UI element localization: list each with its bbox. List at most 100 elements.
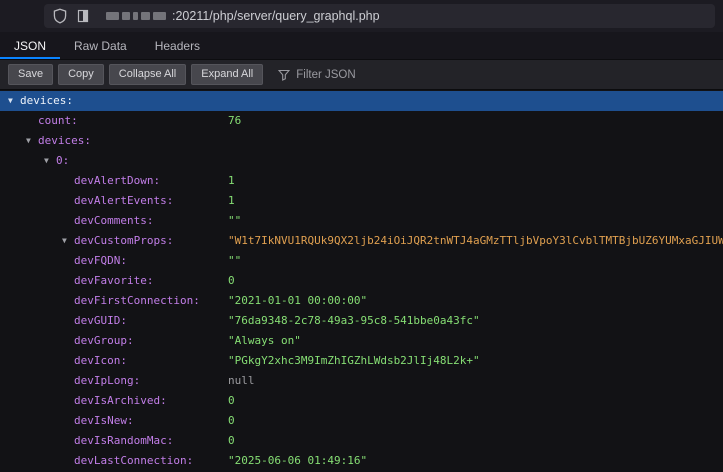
row-indent xyxy=(0,371,62,391)
json-row[interactable]: ▼ devIsNew 0 xyxy=(0,411,723,431)
json-value: "" xyxy=(228,251,723,271)
tab-json[interactable]: JSON xyxy=(0,32,60,59)
json-value: "76da9348-2c78-49a3-95c8-541bbe0a43fc" xyxy=(228,311,723,331)
json-row[interactable]: ▼ count 76 xyxy=(0,111,723,131)
viewer-toolbar: Save Copy Collapse All Expand All xyxy=(0,60,723,90)
json-value: 76 xyxy=(228,111,723,131)
json-key: devLastConnection xyxy=(74,451,193,471)
json-row[interactable]: ▼ devAlertEvents 1 xyxy=(0,191,723,211)
json-value: 0 xyxy=(228,431,723,451)
browser-chrome: :20211/php/server/query_graphql.php xyxy=(0,0,723,32)
json-key-cell: ▼ devAlertDown xyxy=(0,171,228,191)
json-key-cell: ▼ count xyxy=(0,111,228,131)
json-key: devIcon xyxy=(74,351,127,371)
json-value: "W1t7IkNVU1RQUk9QX2ljb24iOiJQR2tnWTJ4aGM… xyxy=(228,231,723,251)
json-row[interactable]: ▼ devices xyxy=(0,131,723,151)
twisty-icon[interactable]: ▼ xyxy=(62,231,74,251)
json-row[interactable]: ▼ devGroup "Always on" xyxy=(0,331,723,351)
save-button[interactable]: Save xyxy=(8,64,53,85)
browser-window: :20211/php/server/query_graphql.php JSON… xyxy=(0,0,723,472)
json-key: devCustomProps xyxy=(74,231,173,251)
tab-headers-label: Headers xyxy=(155,39,200,53)
row-indent xyxy=(0,451,62,471)
json-value: 1 xyxy=(228,171,723,191)
json-key-cell: ▼ devices xyxy=(0,131,228,151)
json-key: devIsRandomMac xyxy=(74,431,173,451)
json-key-cell: ▼ devGroup xyxy=(0,331,228,351)
json-key: devIsArchived xyxy=(74,391,167,411)
json-key: devFirstConnection xyxy=(74,291,200,311)
json-row[interactable]: ▼ devAlertDown 1 xyxy=(0,171,723,191)
redaction-block xyxy=(133,12,138,20)
json-key: devIpLong xyxy=(74,371,140,391)
row-indent xyxy=(0,431,62,451)
json-row[interactable]: ▼ 0 xyxy=(0,151,723,171)
viewer-tabs: JSON Raw Data Headers xyxy=(0,32,723,60)
row-indent xyxy=(0,311,62,331)
page-icon[interactable] xyxy=(76,9,90,23)
json-key-cell: ▼ devIcon xyxy=(0,351,228,371)
row-indent xyxy=(0,111,26,131)
twisty-icon[interactable]: ▼ xyxy=(26,131,38,151)
json-key-cell: ▼ devCustomProps xyxy=(0,231,228,251)
json-row[interactable]: ▼ devFQDN "" xyxy=(0,251,723,271)
row-indent xyxy=(0,91,8,111)
filter-box xyxy=(278,69,456,81)
tab-headers[interactable]: Headers xyxy=(141,32,214,59)
redaction-block xyxy=(141,12,150,20)
json-row[interactable]: ▼ devFavorite 0 xyxy=(0,271,723,291)
row-indent xyxy=(0,171,62,191)
json-row[interactable]: ▼ devIsArchived 0 xyxy=(0,391,723,411)
json-key-cell: ▼ devIsArchived xyxy=(0,391,228,411)
json-key-cell: ▼ devFirstConnection xyxy=(0,291,228,311)
row-indent xyxy=(0,191,62,211)
json-key-cell: ▼ devIpLong xyxy=(0,371,228,391)
json-row[interactable]: ▼ devLastConnection "2025-06-06 01:49:16… xyxy=(0,451,723,471)
row-indent xyxy=(0,351,62,371)
json-row[interactable]: ▼ devIsRandomMac 0 xyxy=(0,431,723,451)
twisty-icon[interactable]: ▼ xyxy=(44,151,56,171)
row-indent xyxy=(0,411,62,431)
json-key: devices xyxy=(20,91,73,111)
filter-json-input[interactable] xyxy=(296,69,456,81)
json-key: devFQDN xyxy=(74,251,127,271)
json-row[interactable]: ▼ devFirstConnection "2021-01-01 00:00:0… xyxy=(0,291,723,311)
json-key-cell: ▼ devices xyxy=(0,91,228,111)
json-value: "2021-01-01 00:00:00" xyxy=(228,291,723,311)
json-value xyxy=(228,131,723,151)
json-key-cell: ▼ devIsNew xyxy=(0,411,228,431)
json-value: "2025-06-06 01:49:16" xyxy=(228,451,723,471)
json-value: 0 xyxy=(228,411,723,431)
url-bar[interactable]: :20211/php/server/query_graphql.php xyxy=(44,4,715,28)
row-indent xyxy=(0,251,62,271)
collapse-all-button[interactable]: Collapse All xyxy=(109,64,186,85)
row-indent xyxy=(0,331,62,351)
json-row[interactable]: ▼ devComments "" xyxy=(0,211,723,231)
json-row[interactable]: ▼ devices xyxy=(0,91,723,111)
json-row[interactable]: ▼ devIcon "PGkgY2xhc3M9ImZhIGZhLWdsb2JlI… xyxy=(0,351,723,371)
json-value: 0 xyxy=(228,271,723,291)
tab-raw-data-label: Raw Data xyxy=(74,39,127,53)
json-key-cell: ▼ devGUID xyxy=(0,311,228,331)
json-key: devGroup xyxy=(74,331,134,351)
shield-icon[interactable] xyxy=(52,8,68,24)
row-indent xyxy=(0,271,62,291)
json-row[interactable]: ▼ devGUID "76da9348-2c78-49a3-95c8-541bb… xyxy=(0,311,723,331)
tab-raw-data[interactable]: Raw Data xyxy=(60,32,141,59)
json-row[interactable]: ▼ devCustomProps "W1t7IkNVU1RQUk9QX2ljb2… xyxy=(0,231,723,251)
json-key-cell: ▼ devFQDN xyxy=(0,251,228,271)
redaction-block xyxy=(153,12,166,20)
url-text: :20211/php/server/query_graphql.php xyxy=(172,9,380,23)
json-value xyxy=(228,151,723,171)
json-key: devAlertDown xyxy=(74,171,160,191)
json-key-cell: ▼ devFavorite xyxy=(0,271,228,291)
json-key: devIsNew xyxy=(74,411,134,431)
json-key-cell: ▼ devLastConnection xyxy=(0,451,228,471)
twisty-icon[interactable]: ▼ xyxy=(8,91,20,111)
row-indent xyxy=(0,291,62,311)
expand-all-button[interactable]: Expand All xyxy=(191,64,263,85)
copy-button[interactable]: Copy xyxy=(58,64,104,85)
redaction-block xyxy=(106,12,119,20)
json-row[interactable]: ▼ devIpLong null xyxy=(0,371,723,391)
row-indent xyxy=(0,211,62,231)
